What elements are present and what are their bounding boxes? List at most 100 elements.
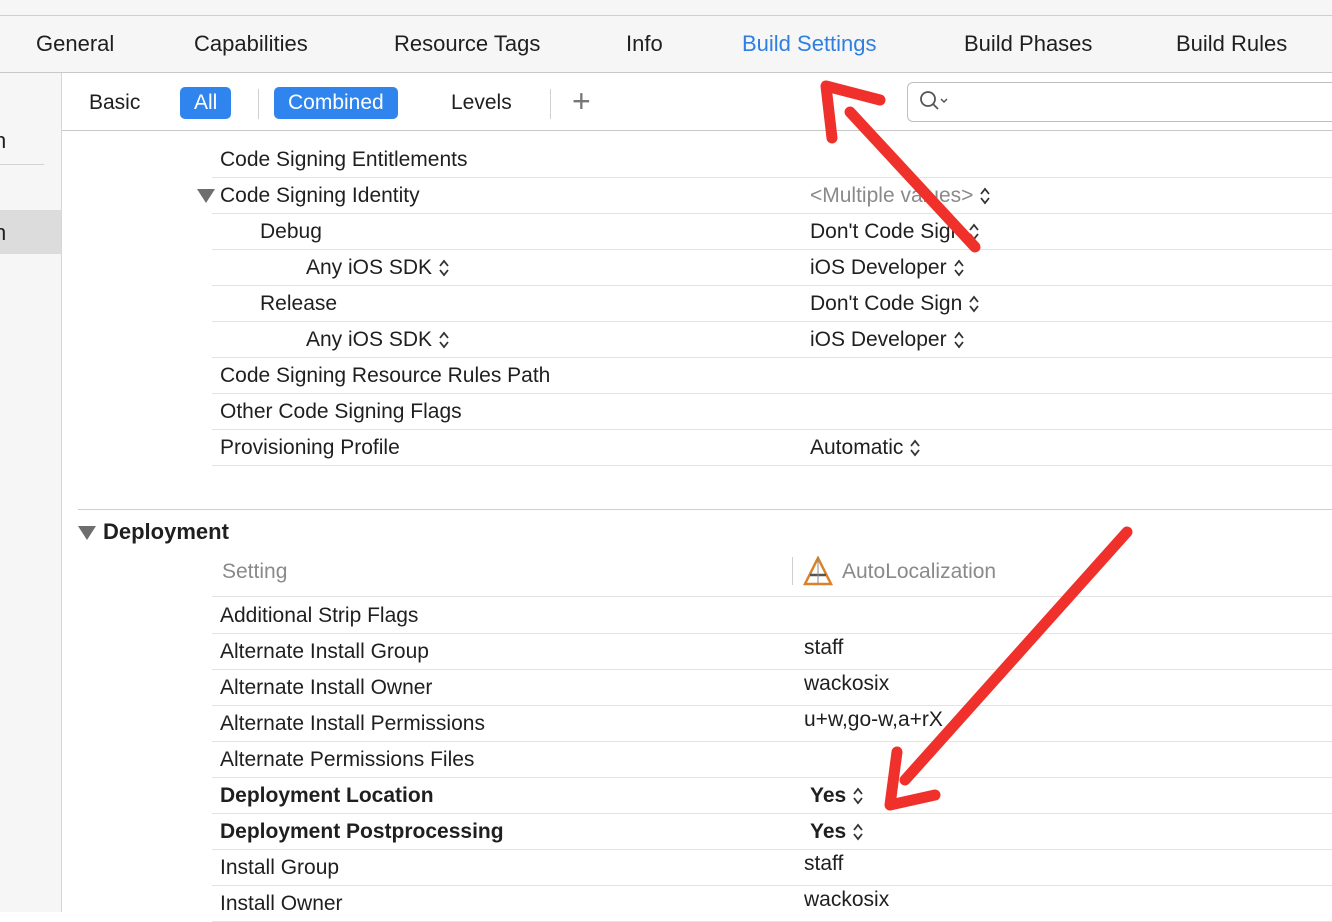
sidebar-divider	[0, 164, 44, 165]
filter-divider	[258, 89, 259, 119]
setting-value[interactable]: Automatic	[810, 436, 921, 460]
setting-label: Debug	[260, 220, 322, 243]
setting-label: Provisioning Profile	[220, 436, 400, 459]
stepper-icon[interactable]	[438, 258, 450, 278]
setting-row[interactable]: Additional Strip Flags	[212, 598, 1332, 634]
setting-value[interactable]: u+w,go-w,a+rX	[804, 708, 943, 732]
setting-value[interactable]: wackosix	[804, 672, 889, 696]
setting-value[interactable]: iOS Developer	[810, 328, 965, 352]
setting-value-text: iOS Developer	[810, 256, 947, 279]
setting-value[interactable]: staff	[804, 636, 843, 660]
setting-value[interactable]: Yes	[810, 820, 864, 844]
stepper-icon[interactable]	[852, 786, 864, 806]
setting-row[interactable]: Alternate Install Group staff	[212, 634, 1332, 670]
setting-value-text: wackosix	[804, 888, 890, 911]
setting-row[interactable]: Any iOS SDK iOS Developer	[212, 250, 1332, 286]
setting-value-text: Automatic	[810, 436, 904, 459]
setting-row[interactable]: Code Signing Identity <Multiple values>	[212, 178, 1332, 214]
section-divider	[78, 509, 1332, 510]
tab-info[interactable]: Info	[626, 31, 663, 57]
filter-combined-button[interactable]: Combined	[274, 87, 398, 119]
setting-label-text: Any iOS SDK	[306, 256, 433, 279]
setting-value-text: Don't Code Sign	[810, 292, 963, 315]
setting-value-text: Don't Code Sign	[810, 220, 963, 243]
setting-label: Deployment Postprocessing	[220, 820, 504, 843]
setting-label: Alternate Install Group	[220, 640, 429, 663]
setting-row[interactable]: Deployment Location Yes	[212, 778, 1332, 814]
stepper-icon[interactable]	[968, 294, 980, 314]
setting-row[interactable]: Code Signing Resource Rules Path	[212, 358, 1332, 394]
setting-value-text: u+w,go-w,a+rX	[804, 708, 943, 731]
setting-value-text: wackosix	[804, 672, 890, 695]
setting-label: Alternate Permissions Files	[220, 748, 475, 771]
setting-row[interactable]: Any iOS SDK iOS Developer	[212, 322, 1332, 358]
filter-bar: Basic All Combined Levels +	[62, 73, 1332, 131]
disclosure-triangle-icon[interactable]	[78, 526, 96, 540]
stepper-icon[interactable]	[979, 186, 991, 206]
setting-label[interactable]: Any iOS SDK	[306, 256, 450, 280]
setting-row[interactable]: Release Don't Code Sign	[212, 286, 1332, 322]
tab-build-rules[interactable]: Build Rules	[1176, 31, 1287, 57]
setting-value[interactable]: iOS Developer	[810, 256, 965, 280]
stepper-icon[interactable]	[968, 222, 980, 242]
add-setting-button[interactable]: +	[572, 85, 591, 117]
setting-row[interactable]: Alternate Permissions Files	[212, 742, 1332, 778]
setting-label: Code Signing Entitlements	[220, 148, 468, 171]
setting-label[interactable]: Any iOS SDK	[306, 328, 450, 352]
top-divider	[0, 15, 1332, 16]
setting-value-text: iOS Developer	[810, 328, 947, 351]
setting-row[interactable]: Deployment Postprocessing Yes	[212, 814, 1332, 850]
setting-label: Release	[260, 292, 338, 315]
disclosure-triangle-icon[interactable]	[197, 189, 215, 203]
setting-label: Deployment Location	[220, 784, 434, 807]
setting-label: Install Group	[220, 856, 340, 879]
filter-divider	[550, 89, 551, 119]
tab-build-phases[interactable]: Build Phases	[964, 31, 1092, 57]
tab-capabilities[interactable]: Capabilities	[194, 31, 308, 57]
setting-label-text: Any iOS SDK	[306, 328, 433, 351]
setting-label: Code Signing Identity	[220, 184, 420, 207]
filter-levels-button[interactable]: Levels	[451, 87, 512, 119]
setting-row[interactable]: Debug Don't Code Sign	[212, 214, 1332, 250]
setting-label: Alternate Install Permissions	[220, 712, 485, 735]
setting-row[interactable]: Install Owner wackosix	[212, 886, 1332, 922]
setting-row[interactable]: Code Signing Entitlements	[212, 142, 1332, 178]
setting-value-text: <Multiple values>	[810, 184, 974, 207]
setting-value[interactable]: <Multiple values>	[810, 184, 991, 208]
setting-label: Code Signing Resource Rules Path	[220, 364, 551, 387]
setting-row[interactable]: Alternate Install Permissions u+w,go-w,a+…	[212, 706, 1332, 742]
tab-resource-tags[interactable]: Resource Tags	[394, 31, 540, 57]
stepper-icon[interactable]	[909, 438, 921, 458]
search-field[interactable]	[907, 82, 1332, 122]
filter-all-button[interactable]: All	[180, 87, 232, 119]
filter-basic-button[interactable]: Basic	[89, 87, 140, 119]
setting-label: Alternate Install Owner	[220, 676, 433, 699]
setting-value[interactable]: Don't Code Sign	[810, 292, 980, 316]
setting-label: Other Code Signing Flags	[220, 400, 462, 423]
section-title[interactable]: Deployment	[103, 519, 229, 545]
setting-value-text: staff	[804, 636, 844, 659]
tab-general[interactable]: General	[36, 31, 114, 57]
tab-build-settings[interactable]: Build Settings	[742, 31, 877, 57]
stepper-icon[interactable]	[438, 330, 450, 350]
setting-value[interactable]: Don't Code Sign	[810, 220, 980, 244]
setting-row[interactable]: Other Code Signing Flags	[212, 394, 1332, 430]
stepper-icon[interactable]	[953, 330, 965, 350]
sidebar-item-selected[interactable]	[0, 210, 61, 254]
setting-row[interactable]: Provisioning Profile Automatic	[212, 430, 1332, 466]
sidebar-item-label: n	[0, 220, 7, 245]
setting-value[interactable]: wackosix	[804, 888, 889, 912]
setting-value[interactable]: Yes	[810, 784, 864, 808]
sidebar-item-label: n	[0, 128, 7, 153]
setting-row[interactable]: Alternate Install Owner wackosix	[212, 670, 1332, 706]
setting-row[interactable]: Install Group staff	[212, 850, 1332, 886]
setting-label: Install Owner	[220, 892, 343, 915]
stepper-icon[interactable]	[953, 258, 965, 278]
setting-value-text: staff	[804, 852, 844, 875]
tab-bar: General Capabilities Resource Tags Info …	[0, 0, 1332, 73]
setting-label: Additional Strip Flags	[220, 604, 419, 627]
setting-value[interactable]: staff	[804, 852, 843, 876]
search-icon	[918, 89, 952, 118]
sidebar: n n	[0, 73, 62, 912]
stepper-icon[interactable]	[852, 822, 864, 842]
